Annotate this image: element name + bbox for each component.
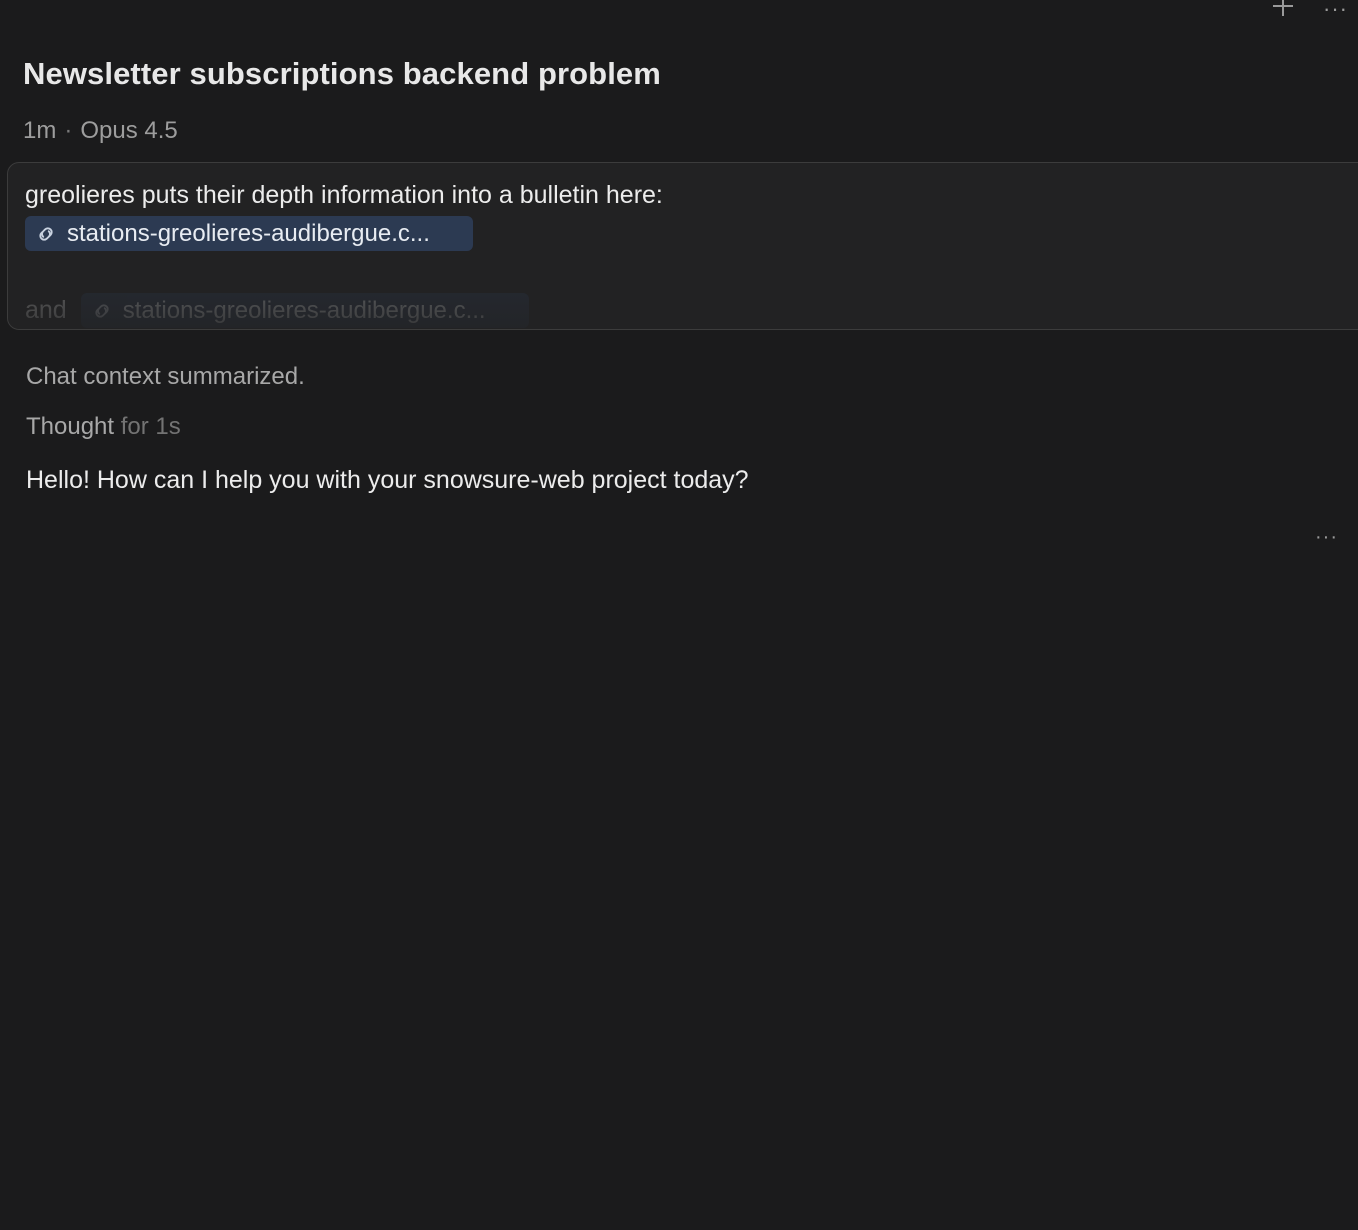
user-message-text: greolieres puts their depth information … — [25, 181, 663, 209]
conversation-meta: 1m · Opus 4.5 — [23, 117, 178, 145]
link-chip[interactable]: stations-greolieres-audibergue.c... — [80, 293, 529, 328]
link-chip-label: stations-greolieres-audibergue.c... — [67, 219, 430, 247]
panel-actions: ··· — [1271, 0, 1348, 24]
message-more-button[interactable]: ··· — [1315, 526, 1338, 549]
chat-panel: ··· Newsletter subscriptions backend pro… — [0, 0, 1358, 1230]
assistant-reply: Hello! How can I help you with your snow… — [26, 466, 749, 494]
user-message[interactable]: greolieres puts their depth information … — [7, 162, 1358, 330]
thought-toggle[interactable]: Thought for 1s — [26, 413, 181, 441]
user-message-overflow: and stations-greolieres-audibergue.c... — [25, 293, 529, 328]
link-chip-label: stations-greolieres-audibergue.c... — [122, 296, 486, 324]
link-icon — [39, 226, 53, 241]
conversation-title: Newsletter subscriptions backend problem — [23, 56, 661, 91]
conversation-age: 1m — [23, 117, 57, 144]
ellipsis-icon: ··· — [1315, 526, 1338, 548]
plus-icon — [1273, 0, 1294, 16]
thought-label: Thought — [26, 413, 115, 440]
meta-separator: · — [64, 117, 73, 144]
context-status: Chat context summarized. — [26, 363, 305, 390]
link-chip[interactable]: stations-greolieres-audibergue.c... — [25, 216, 473, 251]
ellipsis-icon: ··· — [1323, 0, 1348, 21]
model-name[interactable]: Opus 4.5 — [80, 117, 177, 145]
connector-text: and — [25, 296, 67, 324]
panel-more-button[interactable]: ··· — [1323, 0, 1348, 24]
new-chat-button[interactable] — [1271, 0, 1295, 24]
link-icon — [95, 303, 109, 318]
thought-duration: for 1s — [120, 413, 181, 440]
